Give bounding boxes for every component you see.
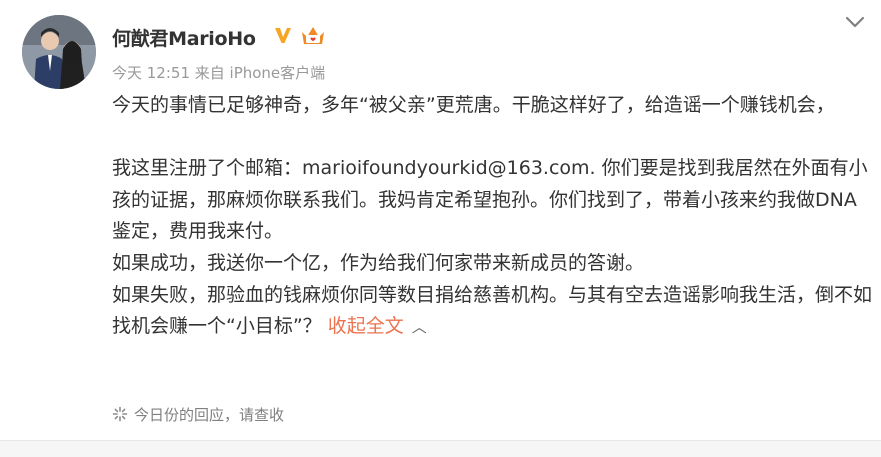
post-paragraph: 我这里注册了个邮箱：marioifoundyourkid@163.com. 你们…	[112, 157, 868, 243]
post-content: 今天的事情已足够神奇，多年“被父亲”更荒唐。干脆这样好了，给造谣一个赚钱机会， …	[112, 90, 872, 344]
chevron-up-icon: ︿	[411, 318, 427, 337]
post-last-text: 如果失败，那验血的钱麻烦你同等数目捐给慈善机构。与其有空去造谣影响我生活，倒不如…	[112, 283, 873, 338]
reply-notice[interactable]: 今日份的回应，请查收	[112, 404, 284, 425]
avatar-photo	[22, 15, 96, 89]
collapse-full-text-link[interactable]: 收起全文 ︿	[328, 315, 427, 337]
chevron-down-icon[interactable]	[844, 14, 866, 30]
post-timestamp[interactable]: 今天 12:51 来自 iPhone客户端	[112, 62, 325, 83]
reply-notice-text: 今日份的回应，请查收	[134, 406, 285, 424]
avatar[interactable]	[22, 15, 96, 89]
username[interactable]: 何猷君MarioHo	[112, 24, 256, 51]
post-paragraph: 今天的事情已足够神奇，多年“被父亲”更荒唐。干脆这样好了，给造谣一个赚钱机会，	[112, 94, 835, 116]
post-paragraph-last: 如果失败，那验血的钱麻烦你同等数目捐给慈善机构。与其有空去造谣影响我生活，倒不如…	[112, 280, 872, 344]
weibo-post-card: 何猷君MarioHo ❤ 今天 12:51 来自 iPhone客户端 今天的事情…	[0, 0, 881, 457]
vip-crown-icon[interactable]: ❤	[300, 24, 326, 46]
verified-v-icon	[275, 28, 291, 43]
svg-text:❤: ❤	[310, 36, 316, 44]
post-paragraph-blank	[112, 122, 872, 154]
collapse-label: 收起全文	[327, 315, 404, 338]
sparkle-icon	[112, 406, 128, 422]
post-paragraph: 如果成功，我送你一个亿，作为给我们何家带来新成员的答谢。	[112, 251, 645, 274]
card-footer-band	[0, 441, 881, 457]
